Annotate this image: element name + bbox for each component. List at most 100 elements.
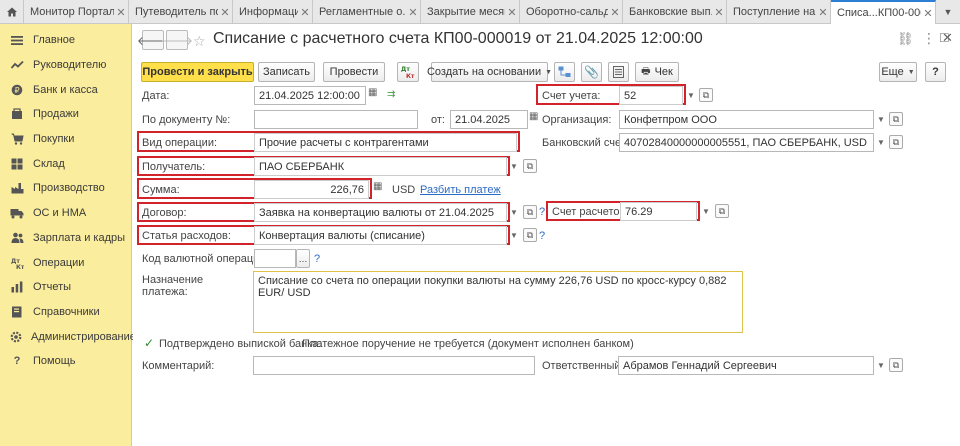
op-type-field[interactable]: Прочие расчеты с контрагентами [254,133,517,152]
settle-account-dropdown-icon[interactable]: ▼ [700,202,712,221]
bank-account-open-icon[interactable]: ⧉ [889,135,903,149]
sidebar-item-reports[interactable]: Отчеты [0,275,131,300]
tab-regulatory[interactable]: Регламентные о... ✕ [313,0,421,24]
sidebar-item-sales[interactable]: Продажи [0,102,131,127]
receipt-button[interactable]: 🖶 Чек [635,62,679,82]
sidebar-item-purchases[interactable]: Покупки [0,127,131,152]
responsible-label: Ответственный: [542,360,624,372]
expense-help-icon[interactable]: ? [539,230,545,242]
expense-open-icon[interactable]: ⧉ [523,228,537,242]
contract-open-icon[interactable]: ⧉ [523,205,537,219]
help-button[interactable]: ? [925,62,946,82]
contract-dropdown-icon[interactable]: ▼ [508,203,520,222]
save-button[interactable]: Записать [258,62,315,82]
responsible-dropdown-icon[interactable]: ▼ [875,356,887,375]
tab-writeoff[interactable]: Списа...КП00-000019✕ [831,0,936,24]
sidebar-item-administration[interactable]: Администрирование [0,324,136,349]
sum-field[interactable]: 226,76 [254,180,369,199]
close-window-icon[interactable]: ✕ [942,30,953,46]
close-icon[interactable]: ✕ [505,6,519,19]
contract-field[interactable]: Заявка на конвертацию валюты от 21.04.20… [254,203,507,222]
tab-guide[interactable]: Путеводитель по...✕ [129,0,233,24]
tab-info[interactable]: Информация✕ [233,0,313,24]
attach-button[interactable]: 📎 [581,62,602,82]
close-icon[interactable]: ✕ [816,6,830,19]
account-open-icon[interactable]: ⧉ [699,88,713,102]
document-form: 🡐 🡒 ☆ Списание с расчетного счета КП00-0… [133,24,960,446]
close-icon[interactable]: ✕ [608,6,622,19]
tab-bank-statements[interactable]: Банковские вып... ✕ [623,0,727,24]
sidebar-item-manager[interactable]: Руководителю [0,53,131,78]
close-icon[interactable]: ✕ [921,7,935,20]
date-field[interactable]: 21.04.2025 12:00:00 [254,86,366,105]
responsible-field[interactable]: Абрамов Геннадий Сергеевич [618,356,874,375]
sidebar-item-main[interactable]: Главное [0,28,131,53]
close-icon[interactable]: ✕ [114,6,128,19]
expense-dropdown-icon[interactable]: ▼ [508,226,520,245]
recipient-open-icon[interactable]: ⧉ [523,159,537,173]
confirmed-note: Платежное поручение не требуется (докуме… [302,338,634,350]
dt-kt-button[interactable]: Дт Кт [397,62,419,82]
settle-account-open-icon[interactable]: ⧉ [715,204,729,218]
recipient-dropdown-icon[interactable]: ▼ [508,157,520,176]
currency-op-help-icon[interactable]: ? [314,253,320,265]
close-icon[interactable]: ✕ [298,6,312,19]
account-field[interactable]: 52 [619,86,683,105]
sidebar-item-catalogs[interactable]: Справочники [0,300,131,325]
calendar-icon[interactable]: ▦ [529,111,538,122]
from-date-field[interactable]: 21.04.2025 [450,110,528,129]
comment-field[interactable] [253,356,535,375]
doc-no-label: По документу №: [142,114,231,126]
more-button[interactable]: Еще ▼ [879,62,917,82]
post-and-close-button[interactable]: Провести и закрыть [141,62,254,82]
tab-monitor[interactable]: Монитор Портал...✕ [24,0,129,24]
post-button[interactable]: Провести [323,62,385,82]
split-payment-link[interactable]: Разбить платеж [420,184,501,196]
organization-field[interactable]: Конфетпром ООО [619,110,874,129]
settle-account-field[interactable]: 76.29 [620,202,697,221]
op-type-label: Вид операции: [142,137,218,149]
home-button[interactable] [0,0,24,24]
tabs-menu-button[interactable]: ▼ [936,0,960,23]
favorite-star-icon[interactable]: ☆ [193,33,206,50]
currency-op-code-field[interactable] [254,249,296,268]
date-fill-icon[interactable]: ⇉ [387,89,395,100]
sidebar-item-production[interactable]: Производство [0,176,131,201]
sidebar-item-help[interactable]: ? Помощь [0,349,131,374]
recipient-field[interactable]: ПАО СБЕРБАНК [254,157,507,176]
purpose-textarea[interactable]: Списание со счета по операции покупки ва… [253,271,743,333]
sidebar-item-payroll[interactable]: Зарплата и кадры [0,226,131,251]
currency-op-code-label: Код валютной операции: [142,253,269,265]
bank-account-dropdown-icon[interactable]: ▼ [875,133,887,152]
sidebar-item-warehouse[interactable]: Склад [0,151,131,176]
responsible-open-icon[interactable]: ⧉ [889,358,903,372]
currency-op-select-button[interactable]: … [296,249,310,268]
bank-account-field[interactable]: 40702840000000005551, ПАО СБЕРБАНК, USD [619,133,874,152]
contract-help-icon[interactable]: ? [539,206,545,218]
close-icon[interactable]: ✕ [218,6,232,19]
print-list-button[interactable] [608,62,629,82]
tab-receipt[interactable]: Поступление на ...✕ [727,0,831,24]
calculator-icon[interactable]: ▦ [373,181,382,192]
link-icon[interactable]: ⛓ [897,31,914,47]
structure-button[interactable] [554,62,575,82]
doc-no-field[interactable] [254,110,418,129]
tab-balance-sheet[interactable]: Оборотно-сальд...✕ [520,0,623,24]
tab-month-close[interactable]: Закрытие месяца✕ [421,0,520,24]
calendar-icon[interactable]: ▦ [368,87,377,98]
confirmed-checkbox[interactable]: ✓ [143,336,155,350]
sidebar-item-fixed-assets[interactable]: ОС и НМА [0,201,131,226]
contract-label: Договор: [142,207,187,219]
expense-field[interactable]: Конвертация валюты (списание) [254,226,507,245]
sidebar-item-operations[interactable]: Дт Кт Операции [0,250,131,275]
forward-button[interactable]: 🡒 [161,30,193,50]
more-vertical-icon[interactable]: ⋮ [922,30,936,47]
account-dropdown-icon[interactable]: ▼ [685,86,697,105]
factory-icon [10,181,24,195]
organization-open-icon[interactable]: ⧉ [889,112,903,126]
organization-dropdown-icon[interactable]: ▼ [875,110,887,129]
sidebar-item-bank[interactable]: ₽ Банк и касса [0,77,131,102]
create-based-on-button[interactable]: Создать на основании ▼ [427,62,552,82]
close-icon[interactable]: ✕ [406,6,420,19]
close-icon[interactable]: ✕ [712,6,726,19]
